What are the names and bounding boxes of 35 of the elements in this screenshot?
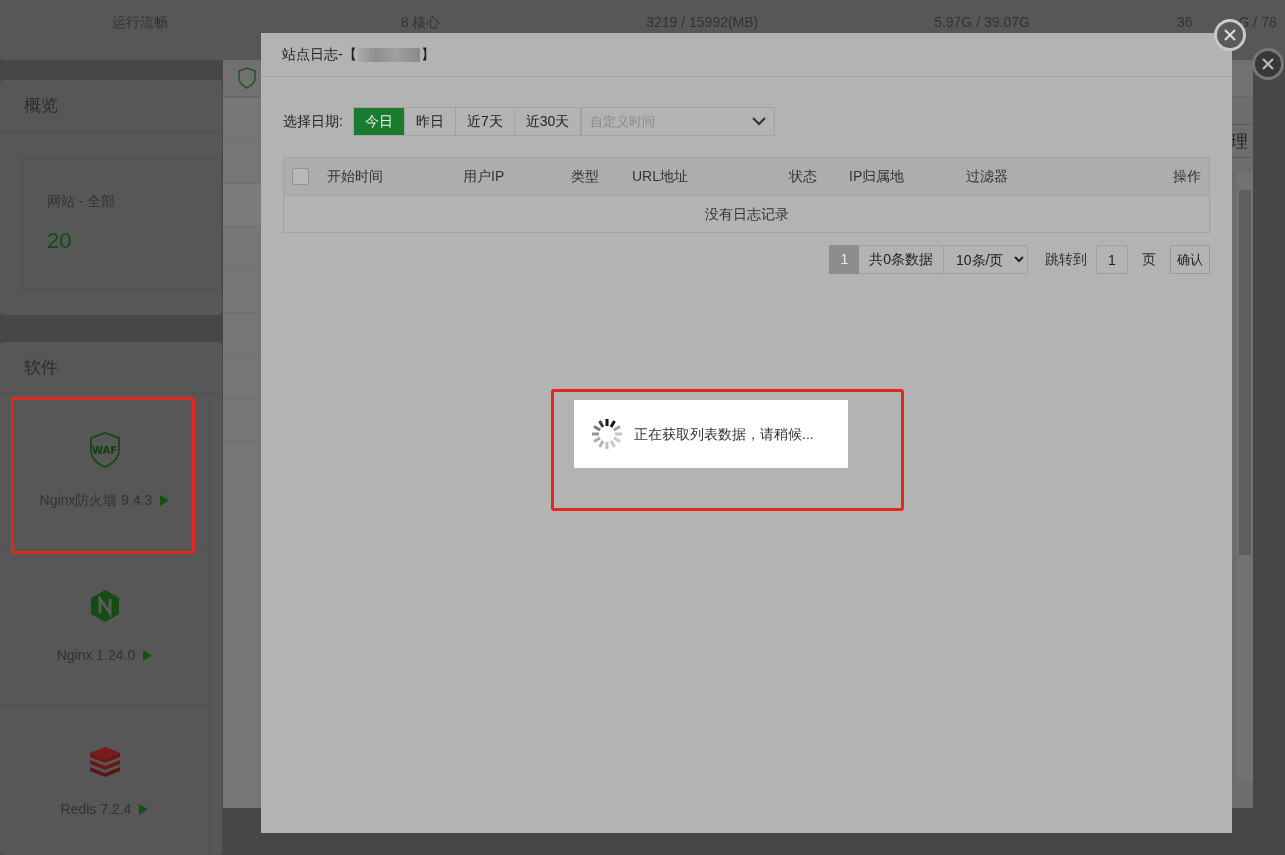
page-input[interactable]: 1 (1096, 245, 1128, 274)
page-unit: 页 (1142, 250, 1156, 269)
close-icon (1223, 28, 1237, 42)
close-icon (1261, 57, 1275, 71)
page-size-select[interactable]: 10条/页 (944, 245, 1028, 274)
confirm-button[interactable]: 确认 (1170, 245, 1210, 274)
column-header: 状态 (789, 168, 817, 184)
loading-message: 正在获取列表数据，请稍候... (634, 424, 814, 444)
empty-message: 没有日志记录 (703, 204, 790, 224)
chevron-icon (752, 117, 767, 126)
dialog-title: 站点日志-【 (282, 45, 357, 64)
stack-icon (87, 747, 122, 777)
redaction-blur (357, 47, 420, 62)
column-header: IP归属地 (849, 168, 905, 184)
total-count: 共0条数据 (859, 245, 944, 274)
column-header: 开始时间 (327, 168, 383, 184)
date-range-tab[interactable]: 今日 (353, 108, 405, 135)
dialog-title: 】 (420, 45, 435, 64)
column-header: URL地址 (632, 168, 688, 184)
column-header: 操作 (1173, 168, 1202, 184)
hexagon-icon (89, 589, 120, 623)
scrollbar[interactable] (1237, 172, 1253, 782)
play-icon[interactable] (139, 804, 149, 815)
column-header: 用户IP (463, 168, 505, 184)
waf-shield-icon: WAF (88, 432, 121, 468)
checkbox[interactable] (292, 168, 309, 185)
spinner-icon (590, 417, 624, 451)
stat-value: 20 (47, 227, 73, 255)
date-label: 选择日期: (283, 112, 343, 131)
play-icon[interactable] (143, 650, 153, 661)
column-header: 类型 (571, 168, 599, 184)
play-icon[interactable] (160, 495, 170, 506)
shield-icon (237, 67, 257, 89)
jump-label: 跳转到 (1045, 250, 1087, 269)
column-header: 过滤器 (966, 168, 1008, 184)
